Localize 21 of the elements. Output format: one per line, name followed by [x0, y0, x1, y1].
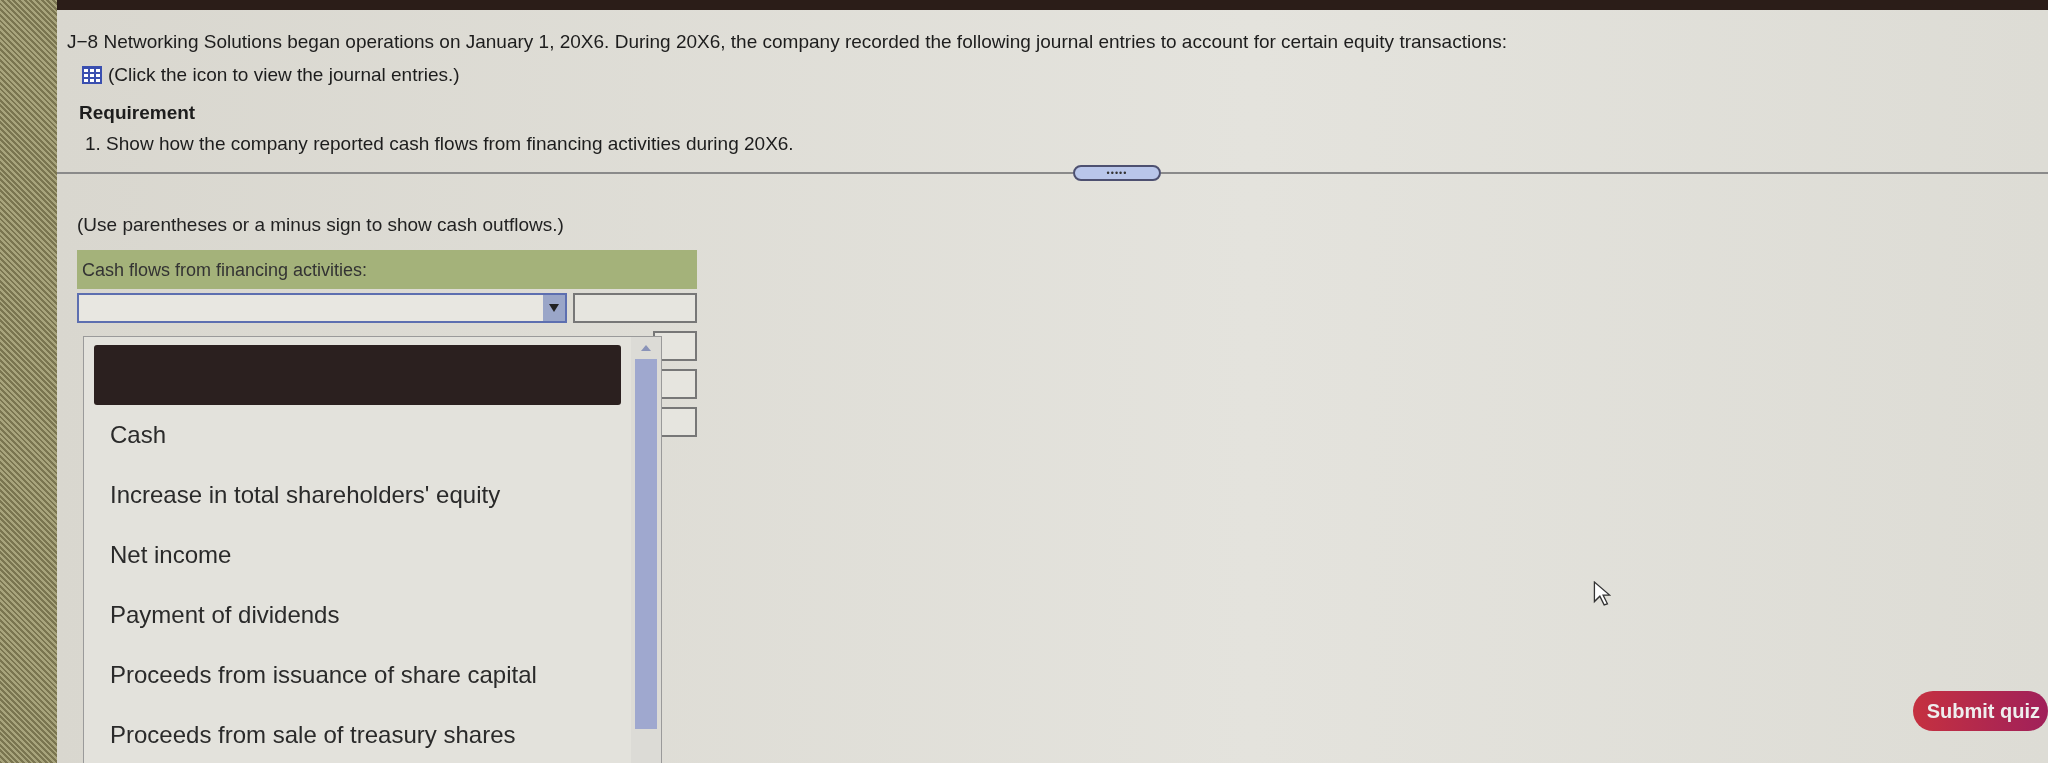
requirement-text: 1. Show how the company reported cash flows from financing activities during 20X6. — [84, 132, 795, 157]
dropdown-option[interactable]: Proceeds from issuance of share capital — [94, 644, 621, 705]
mouse-pointer-icon — [1593, 580, 1611, 607]
table-icon[interactable] — [82, 66, 102, 85]
question-text: J−8 Networking Solutions began operations on January 1, 20X6. During 20X6, the company recorded the following journal entries to account for certain equity transactions: — [67, 30, 1509, 54]
caret-icon — [543, 294, 565, 321]
dropdown-option[interactable]: Payment of dividends — [94, 584, 621, 645]
hint-text: (Use parentheses or a minus sign to show cash outflows.) — [77, 213, 565, 236]
journal-entries-link[interactable]: (Click the icon to view the journal entries.) — [108, 62, 460, 88]
amount-field[interactable] — [573, 292, 697, 323]
dropdown-option[interactable]: Increase in total shareholders' equity — [94, 464, 621, 525]
splitter-handle[interactable]: ••••• — [1073, 164, 1161, 181]
table-header: Cash flows from financing activities: — [77, 249, 697, 289]
scrollbar-thumb[interactable] — [635, 358, 657, 729]
requirement-heading: Requirement — [78, 101, 197, 126]
scroll-up-icon[interactable] — [641, 344, 651, 351]
dropdown-option[interactable]: Net income — [94, 524, 621, 585]
submit-quiz-button[interactable]: Submit quiz — [1912, 691, 2048, 731]
dropdown-option[interactable]: Proceeds from sale of treasury shares — [94, 704, 621, 763]
dropdown-option[interactable]: Cash — [94, 404, 621, 465]
dropdown-field[interactable] — [77, 292, 567, 323]
